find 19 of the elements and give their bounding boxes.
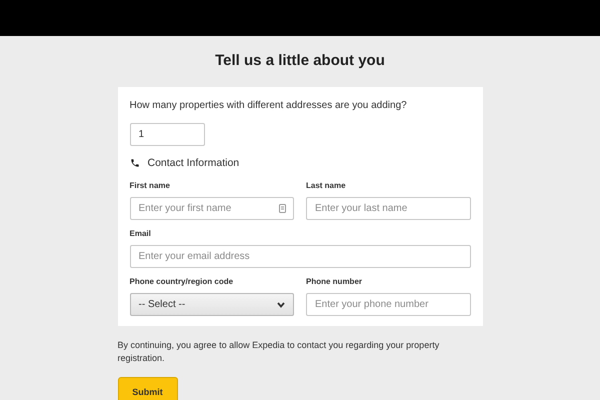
field-label: Phone country/region code (130, 276, 234, 288)
submit-button[interactable]: Submit (118, 377, 178, 400)
consent-text: By continuing, you agree to allow Expedia to contact you regarding your property registration. (118, 339, 440, 366)
field-label: Phone number (306, 276, 364, 288)
text-field[interactable]: Enter your first name (130, 197, 294, 220)
section-heading: Contact Information (148, 156, 240, 170)
chevron-down-icon (277, 302, 285, 308)
field-label: First name (130, 180, 171, 192)
phone-icon (130, 158, 140, 168)
select-dropdown[interactable]: -- Select -- (130, 293, 294, 316)
question-label: How many properties with different addresses are you adding? (130, 98, 408, 112)
field-label: Email (130, 228, 152, 240)
page-title: Tell us a little about you (215, 51, 385, 71)
field-label: Last name (306, 180, 347, 192)
text-field[interactable]: Enter your last name (306, 197, 470, 220)
text-field[interactable]: Enter your email address (130, 245, 470, 268)
contact-card-icon[interactable] (279, 204, 286, 214)
count-field[interactable]: 1 (130, 122, 204, 146)
text-field[interactable]: Enter your phone number (306, 293, 470, 316)
